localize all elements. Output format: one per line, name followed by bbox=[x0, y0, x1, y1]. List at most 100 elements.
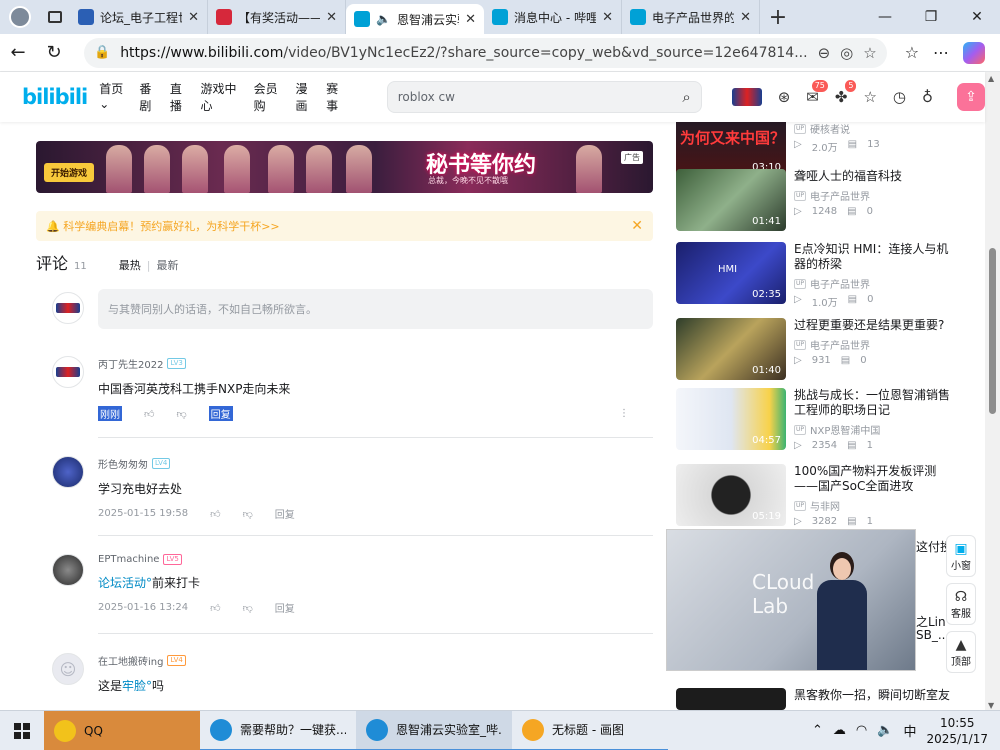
comment-username[interactable]: 丙丁先生2022 bbox=[98, 356, 163, 371]
video-uploader[interactable]: UP 硬核者说 bbox=[794, 121, 959, 136]
messages-icon[interactable]: ✉ 75 bbox=[806, 80, 828, 106]
thumb-down-icon[interactable]: 👎︎ bbox=[243, 508, 253, 520]
minimize-icon[interactable]: — bbox=[862, 0, 908, 34]
avatar[interactable] bbox=[52, 554, 84, 586]
taskbar-app-edge-bilibili[interactable]: 恩智浦云实验室_哔... bbox=[356, 710, 512, 750]
profile-button[interactable] bbox=[0, 0, 40, 34]
avatar[interactable]: ☺ bbox=[52, 653, 84, 685]
search-icon[interactable]: ⌕ bbox=[682, 88, 690, 106]
volume-icon[interactable]: 🔈 bbox=[877, 723, 893, 738]
creation-bulb-icon[interactable]: ♁ bbox=[922, 88, 933, 106]
nav-item-live[interactable]: 直播 bbox=[170, 80, 193, 114]
user-avatar[interactable] bbox=[731, 88, 762, 106]
video-thumbnail[interactable]: HMI 02:35 bbox=[676, 242, 786, 304]
reply-button[interactable]: 回复 bbox=[275, 600, 295, 615]
tab-actions-button[interactable] bbox=[40, 0, 70, 34]
tray-expand-icon[interactable]: ⌃ bbox=[812, 723, 823, 738]
dynamics-icon[interactable]: ✤ 5 bbox=[835, 80, 857, 106]
tab-1[interactable]: 论坛_电子工程世界 ✕ bbox=[70, 0, 208, 34]
history-clock-icon[interactable]: ◷ bbox=[893, 88, 906, 106]
scrollbar-thumb[interactable] bbox=[989, 248, 996, 414]
nav-item-esports[interactable]: 赛事 bbox=[326, 80, 349, 114]
mini-window-button[interactable]: ▣ 小窗 bbox=[946, 535, 976, 577]
favorites-star-icon[interactable]: ☆ bbox=[863, 88, 876, 106]
customer-service-button[interactable]: ☊ 客服 bbox=[946, 583, 976, 625]
nav-item-home[interactable]: 首页⌄ bbox=[99, 80, 131, 114]
close-tab-icon[interactable]: ✕ bbox=[740, 10, 751, 25]
back-to-top-button[interactable]: ▲ 顶部 bbox=[946, 631, 976, 673]
uploader-name[interactable]: 电子产品世界 bbox=[810, 188, 870, 203]
avatar[interactable] bbox=[52, 456, 84, 488]
uploader-name[interactable]: 与非网 bbox=[810, 498, 840, 513]
upload-button[interactable]: ⇪ bbox=[957, 83, 985, 111]
more-menu-icon[interactable]: ⋯ bbox=[933, 43, 949, 62]
video-thumbnail[interactable]: 05:19 bbox=[676, 464, 786, 526]
reply-button[interactable]: 回复 bbox=[275, 506, 295, 521]
close-window-icon[interactable]: ✕ bbox=[954, 0, 1000, 34]
uploader-name[interactable]: NXP恩智浦中国 bbox=[810, 422, 880, 437]
tab-3-active[interactable]: 🔈 恩智浦云实验室 ✕ bbox=[346, 4, 484, 34]
search-input[interactable]: roblox cw ⌕ bbox=[386, 81, 702, 113]
video-title[interactable]: 聋哑人士的福音科技 bbox=[794, 169, 959, 184]
video-title[interactable]: 100%国产物料开发板评测——国产SoC全面进攻 bbox=[794, 464, 959, 494]
nav-item-shop[interactable]: 会员购 bbox=[254, 80, 288, 114]
video-title[interactable]: 挑战与成长：一位恩智浦销售工程师的职场日记 bbox=[794, 388, 959, 418]
tab-2[interactable]: 【有奖活动—— ✕ bbox=[208, 0, 346, 34]
topic-link[interactable]: 牢脸 bbox=[122, 679, 146, 693]
cloud-icon[interactable]: ☁ bbox=[833, 723, 846, 738]
lock-icon[interactable]: 🔒 bbox=[94, 45, 110, 60]
nav-item-manga[interactable]: 漫画 bbox=[296, 80, 319, 114]
close-tab-icon[interactable]: ✕ bbox=[465, 12, 476, 27]
tab-4[interactable]: 消息中心 - 哔哩 ✕ bbox=[484, 0, 622, 34]
ime-indicator[interactable]: 中 bbox=[903, 721, 916, 740]
restore-icon[interactable]: ❐ bbox=[908, 0, 954, 34]
favorites-icon[interactable]: ☆ bbox=[905, 43, 919, 62]
close-icon[interactable]: ✕ bbox=[631, 218, 643, 234]
avatar[interactable] bbox=[52, 356, 84, 388]
more-options-icon[interactable]: ⋮ bbox=[619, 408, 629, 419]
thumb-down-icon[interactable]: 👎︎ bbox=[243, 602, 253, 614]
sort-hot-button[interactable]: 最热 bbox=[119, 257, 141, 273]
page-scrollbar[interactable]: ▲ ▼ bbox=[985, 72, 1000, 712]
address-bar[interactable]: 🔒 https://www.bilibili.com/video/BV1yNc1… bbox=[84, 37, 887, 68]
speaker-icon[interactable]: 🔈 bbox=[376, 12, 391, 26]
taskbar-app-paint[interactable]: 无标题 - 画图 bbox=[512, 711, 668, 750]
video-thumbnail[interactable]: 01:40 bbox=[676, 318, 786, 380]
video-title[interactable]: 黑客教你一招，瞬间切断室友 bbox=[794, 688, 959, 703]
wifi-icon[interactable]: ◠ bbox=[856, 723, 867, 738]
thumb-up-icon[interactable]: 👍︎ bbox=[144, 408, 154, 420]
video-thumbnail[interactable]: 04:57 bbox=[676, 388, 786, 450]
reply-input[interactable]: 与其赞同别人的话语，不如自己畅所欲言。 bbox=[98, 289, 653, 329]
topic-link[interactable]: 论坛活动 bbox=[98, 576, 146, 590]
thumb-down-icon[interactable]: 👎︎ bbox=[176, 408, 186, 420]
new-tab-button[interactable]: + bbox=[760, 0, 796, 34]
video-thumbnail[interactable] bbox=[676, 688, 786, 710]
taskbar-app-qq[interactable]: QQ bbox=[44, 710, 200, 750]
sort-new-button[interactable]: 最新 bbox=[156, 257, 178, 273]
clock[interactable]: 10:55 2025/1/17 bbox=[926, 715, 988, 747]
comment-username[interactable]: 形色匆匆匆 bbox=[98, 456, 148, 471]
taskbar-app-edge-help[interactable]: 需要帮助？一键获... bbox=[200, 711, 356, 750]
scroll-down-icon[interactable]: ▼ bbox=[988, 701, 994, 710]
video-title[interactable]: E点冷知识 HMI：连接人与机器的桥梁 bbox=[794, 242, 959, 272]
notice-bar[interactable]: 🔔 科学编典启幕！预约赢好礼，为科学干杯>> ✕ bbox=[36, 211, 653, 241]
back-button[interactable]: ← bbox=[0, 42, 36, 63]
zoom-icon[interactable]: ⊖ bbox=[818, 44, 831, 62]
copilot-icon[interactable] bbox=[963, 41, 986, 64]
reload-button[interactable]: ↻ bbox=[36, 42, 72, 63]
comment-username[interactable]: EPTmachine bbox=[98, 554, 159, 565]
video-thumbnail[interactable]: 01:41 bbox=[676, 169, 786, 231]
tab-5[interactable]: 电子产品世界的 ✕ bbox=[622, 0, 760, 34]
nav-item-anime[interactable]: 番剧 bbox=[139, 80, 162, 114]
close-tab-icon[interactable]: ✕ bbox=[326, 10, 337, 25]
uploader-name[interactable]: 电子产品世界 bbox=[810, 276, 870, 291]
close-tab-icon[interactable]: ✕ bbox=[602, 10, 613, 25]
extension-icon[interactable]: ◎ bbox=[840, 44, 853, 62]
uploader-name[interactable]: 电子产品世界 bbox=[810, 337, 870, 352]
nav-item-game[interactable]: 游戏中心 bbox=[200, 80, 245, 114]
premium-icon[interactable]: ⊛ bbox=[778, 88, 791, 106]
thumb-up-icon[interactable]: 👍︎ bbox=[210, 602, 220, 614]
thumb-up-icon[interactable]: 👍︎ bbox=[210, 508, 220, 520]
ad-play-button[interactable]: 开始游戏 bbox=[44, 163, 95, 182]
site-logo[interactable]: bilibili bbox=[22, 85, 88, 109]
